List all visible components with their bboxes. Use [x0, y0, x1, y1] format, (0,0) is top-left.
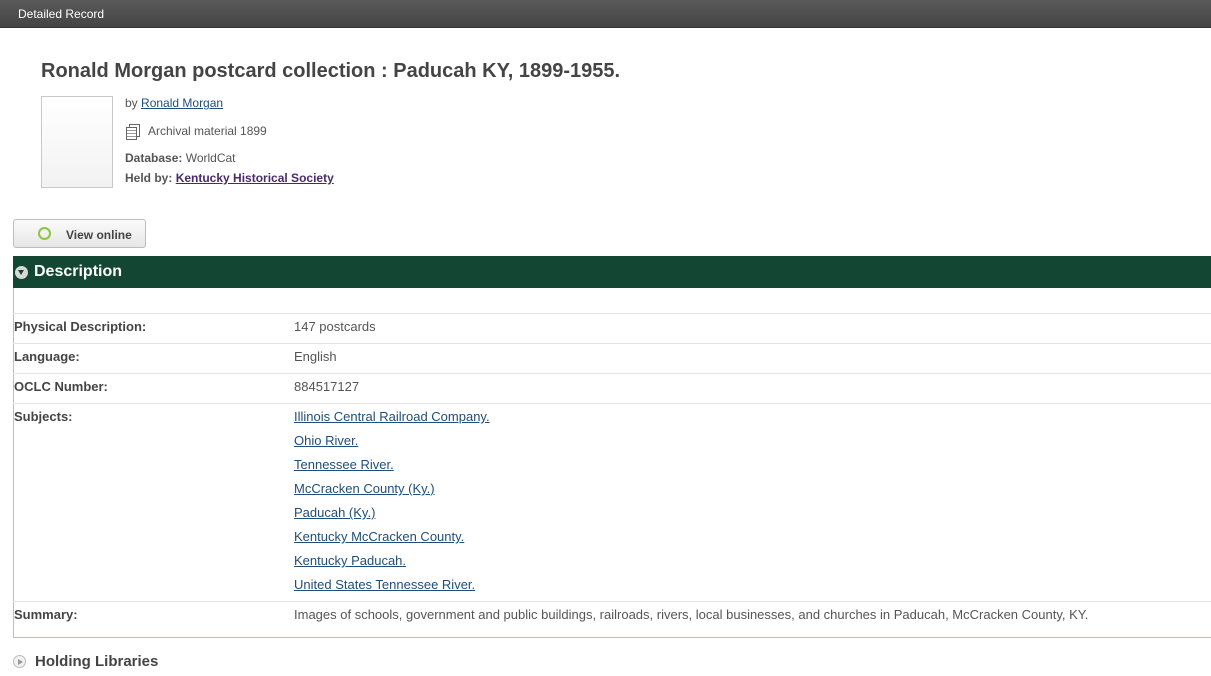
subject-link[interactable]: Illinois Central Railroad Company. — [294, 409, 490, 424]
format-text: Archival material 1899 — [148, 124, 267, 138]
oclc-number-value: 884517127 — [294, 379, 360, 394]
row-divider — [13, 313, 1211, 314]
author-link[interactable]: Ronald Morgan — [141, 96, 223, 110]
view-online-icon — [38, 227, 51, 240]
top-bar-title: Detailed Record — [18, 7, 105, 21]
oclc-number-label: OCLC Number: — [14, 379, 108, 394]
row-divider — [13, 373, 1211, 374]
subjects-label: Subjects: — [14, 409, 73, 424]
expand-arrow-icon[interactable] — [13, 655, 26, 668]
subject-link[interactable]: Kentucky McCracken County. — [294, 529, 464, 544]
subject-link[interactable]: Kentucky Paducah. — [294, 553, 406, 568]
language-value: English — [294, 349, 337, 364]
collapse-arrow-icon[interactable] — [15, 266, 28, 279]
language-label: Language: — [14, 349, 80, 364]
view-online-label: View online — [66, 228, 132, 242]
by-prefix: by — [125, 96, 138, 110]
holding-libraries-heading: Holding Libraries — [35, 653, 159, 670]
record-title: Ronald Morgan postcard collection : Padu… — [41, 60, 621, 82]
physical-description-label: Physical Description: — [14, 319, 147, 334]
subject-link[interactable]: Paducah (Ky.) — [294, 505, 375, 520]
format-line: Archival material 1899 — [125, 123, 267, 140]
held-by-line: Held by: Kentucky Historical Society — [125, 171, 334, 185]
database-label: Database: — [125, 151, 183, 165]
summary-label: Summary: — [14, 607, 78, 622]
subject-link[interactable]: United States Tennessee River. — [294, 577, 475, 592]
row-divider — [13, 601, 1211, 602]
top-bar: Detailed Record — [0, 0, 1211, 28]
held-by-link[interactable]: Kentucky Historical Society — [176, 171, 334, 185]
description-heading: Description — [34, 263, 123, 280]
row-divider — [13, 343, 1211, 344]
summary-value: Images of schools, government and public… — [294, 607, 1089, 622]
cover-thumbnail — [41, 96, 113, 188]
database-value: WorldCat — [185, 151, 236, 165]
description-section-header[interactable]: Description — [13, 256, 1211, 288]
subject-link[interactable]: McCracken County (Ky.) — [294, 481, 435, 496]
subject-link[interactable]: Ohio River. — [294, 433, 358, 448]
physical-description-value: 147 postcards — [294, 319, 376, 334]
view-online-button[interactable]: View online — [13, 219, 146, 248]
archival-material-icon — [125, 123, 141, 140]
description-panel — [13, 288, 1211, 638]
database-line: Database: WorldCat — [125, 151, 236, 165]
held-by-label: Held by: — [125, 171, 173, 185]
row-divider — [13, 403, 1211, 404]
subject-link[interactable]: Tennessee River. — [294, 457, 394, 472]
author-line: by Ronald Morgan — [125, 96, 223, 110]
